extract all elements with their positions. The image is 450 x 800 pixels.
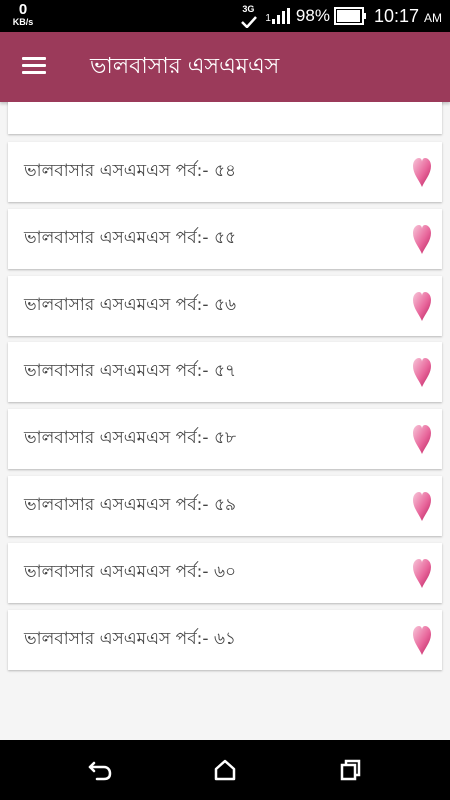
home-button[interactable]: [209, 754, 241, 786]
list-item[interactable]: ভালবাসার এসএমএস পর্ব:- ৫৬: [8, 276, 442, 336]
heart-icon: [413, 559, 431, 588]
clock: 10:17 AM: [374, 6, 442, 27]
list-item[interactable]: ভালবাসার এসএমএস পর্ব:- ৬১: [8, 610, 442, 670]
network-speed: 0 KB/s: [8, 2, 38, 27]
recents-icon: [340, 759, 361, 781]
battery-percent: 98%: [295, 6, 330, 25]
list-item-label: ভালবাসার এসএমএস পর্ব:- ৫৬: [24, 295, 237, 315]
check-icon: [241, 16, 258, 28]
network-speed-unit: KB/s: [12, 17, 34, 27]
list-item[interactable]: ভালবাসার এসএমএস পর্ব:- ৬০: [8, 543, 442, 603]
clock-ampm: AM: [424, 10, 442, 25]
page-title: ভালবাসার এসএমএস: [90, 54, 280, 79]
list-item-label: ভালবাসার এসএমএস পর্ব:- ৫৫: [24, 228, 237, 248]
list-item-label: ভালবাসার এসএমএস পর্ব:- ৬১: [24, 629, 237, 649]
heart-icon: [413, 358, 431, 387]
system-nav-bar: [0, 740, 450, 800]
signal-bars-icon: [271, 8, 290, 24]
network-type-label: 3G: [242, 4, 255, 14]
heart-icon: [413, 626, 431, 655]
battery-icon: [333, 7, 366, 25]
list-item-label: ভালবাসার এসএমএস পর্ব:- ৫৭: [24, 361, 237, 381]
list-item[interactable]: ভালবাসার এসএমএস পর্ব:- ৫৫: [8, 209, 442, 269]
list-item[interactable]: ভালবাসার এসএমএস পর্ব:- ৫৮: [8, 409, 442, 469]
list-item[interactable]: ভালবাসার এসএমএস পর্ব:- ৫৭: [8, 342, 442, 402]
menu-button[interactable]: [20, 52, 50, 82]
heart-icon: [413, 292, 431, 321]
clock-time: 10:17: [373, 5, 419, 26]
sms-list[interactable]: ভালবাসার এসএমএস পর্ব:- ৫৪ ভালবাসার এসএমএ…: [0, 102, 450, 740]
list-item-label: ভালবাসার এসএমএস পর্ব:- ৫৪: [24, 161, 237, 181]
signal-icon: 1: [265, 8, 292, 24]
network-type-icon: 3G: [239, 3, 261, 29]
heart-icon: [413, 425, 431, 454]
battery-fill: [336, 10, 361, 22]
app-bar: ভালবাসার এসএমএস: [0, 32, 450, 102]
home-icon: [214, 759, 236, 781]
signal-prefix: 1: [265, 13, 271, 24]
heart-icon: [413, 492, 431, 521]
list-item[interactable]: ভালবাসার এসএমএস পর্ব:- ৫৯: [8, 476, 442, 536]
back-icon: [88, 761, 112, 781]
back-button[interactable]: [84, 754, 116, 786]
list-item-label: ভালবাসার এসএমএস পর্ব:- ৫৮: [24, 428, 237, 448]
heart-icon: [413, 158, 431, 187]
status-bar: 0 KB/s 3G 1 98% 10:17 AM: [0, 0, 450, 32]
list-item[interactable]: ভালবাসার এসএমএস পর্ব:- ৫৪: [8, 142, 442, 202]
heart-icon: [413, 225, 431, 254]
recents-button[interactable]: [334, 754, 366, 786]
list-item-label: ভালবাসার এসএমএস পর্ব:- ৫৯: [24, 495, 237, 515]
list-item-label: ভালবাসার এসএমএস পর্ব:- ৬০: [24, 562, 237, 582]
hamburger-icon: [20, 57, 50, 74]
network-speed-value: 0: [18, 1, 28, 18]
list-item-partial[interactable]: [8, 102, 442, 134]
status-icons: 3G 1 98% 10:17 AM: [239, 0, 442, 32]
